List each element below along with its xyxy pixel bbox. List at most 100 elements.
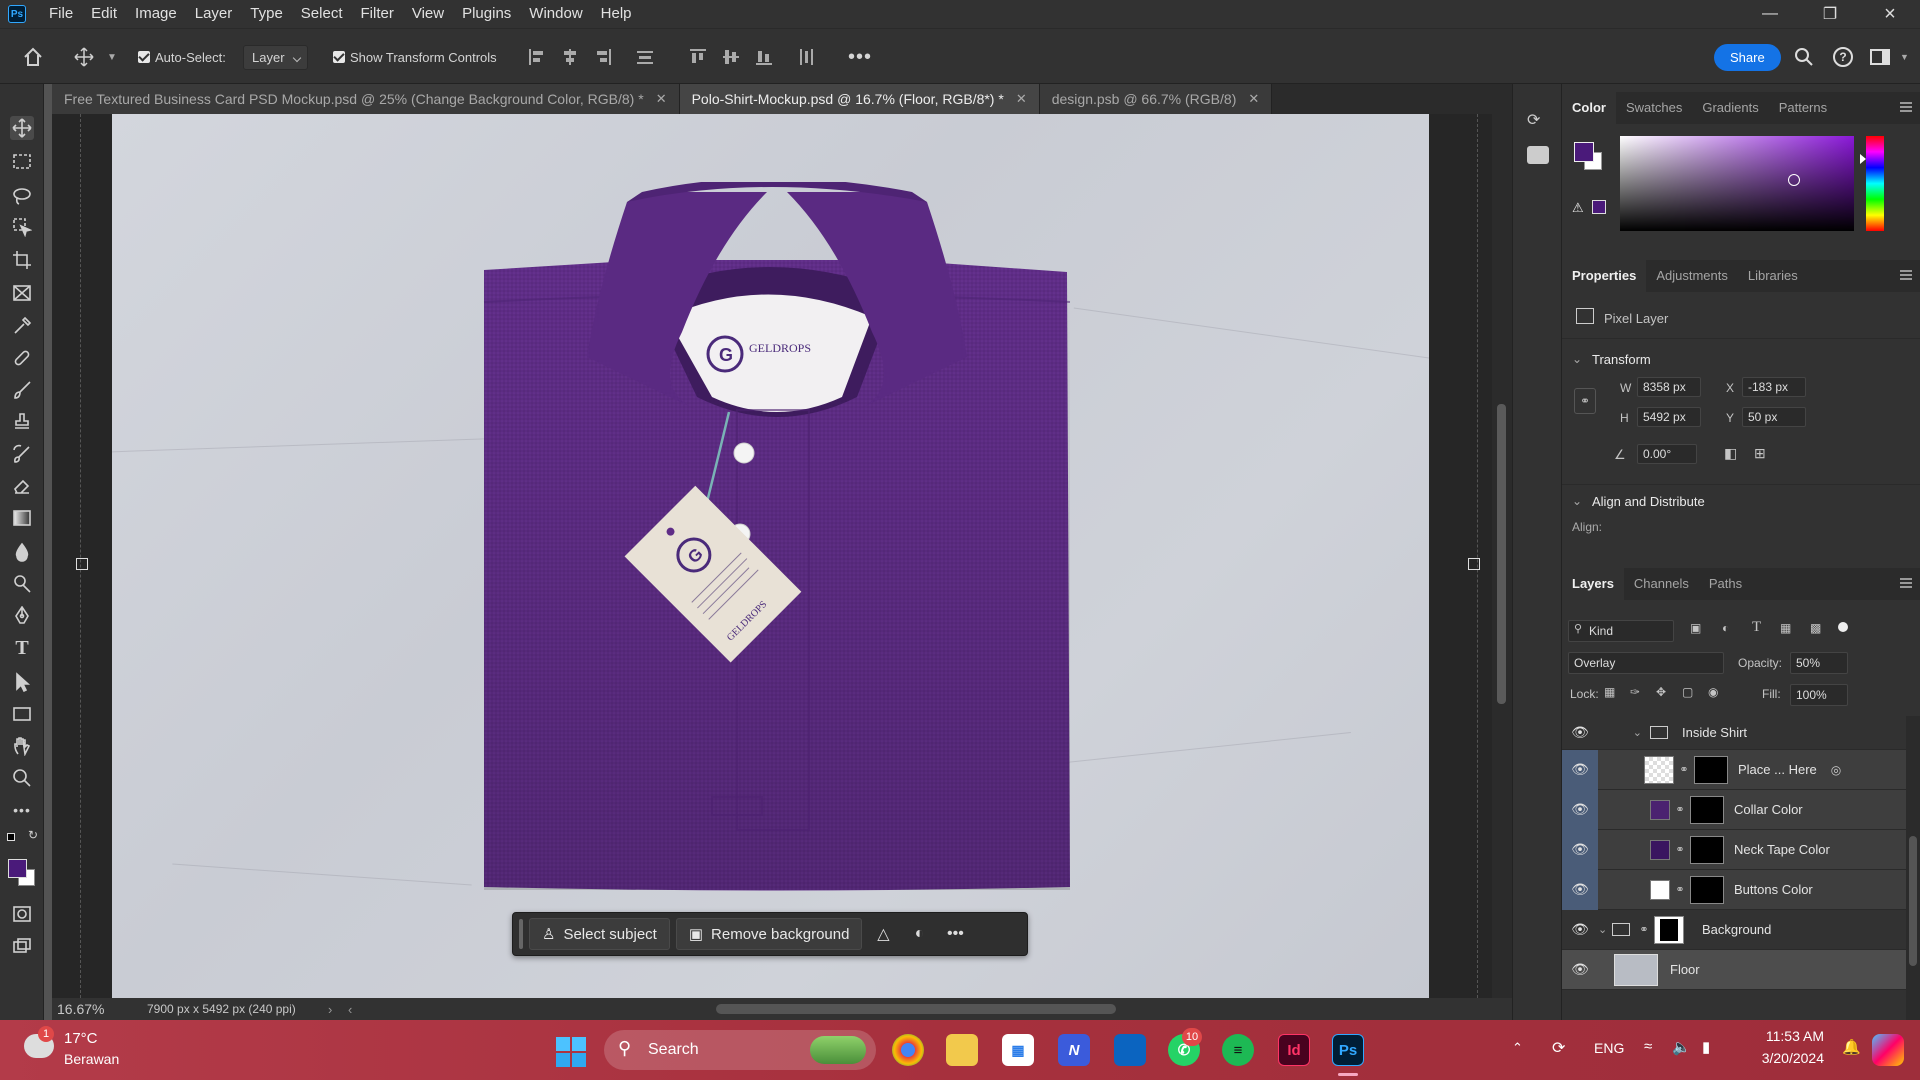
restore-icon[interactable]: ❐ bbox=[1800, 0, 1860, 28]
visibility-eye-icon[interactable]: 👁 bbox=[1562, 749, 1598, 790]
blend-mode-dropdown[interactable]: Overlay bbox=[1568, 652, 1724, 674]
sync-icon[interactable]: ⟳ bbox=[1552, 1038, 1565, 1058]
adjustment-icon[interactable]: ◐ bbox=[904, 918, 934, 950]
move-tool-icon[interactable] bbox=[74, 29, 94, 85]
drag-handle[interactable] bbox=[519, 919, 523, 949]
transform-handle[interactable] bbox=[1468, 558, 1480, 570]
align-left-icon[interactable] bbox=[528, 29, 546, 85]
tab-paths[interactable]: Paths bbox=[1699, 568, 1752, 600]
healing-brush-tool-icon[interactable] bbox=[10, 346, 34, 370]
blur-tool-icon[interactable] bbox=[10, 540, 34, 564]
fg-bg-swatches[interactable] bbox=[1574, 142, 1602, 170]
lock-position-icon[interactable]: ✥ bbox=[1656, 685, 1666, 699]
quick-mask-icon[interactable] bbox=[10, 902, 34, 926]
app-icon-monitor[interactable] bbox=[1114, 1034, 1146, 1066]
close-icon[interactable]: ✕ bbox=[1016, 84, 1027, 114]
align-bottom-icon[interactable] bbox=[755, 29, 773, 85]
volume-icon[interactable]: 🔈 bbox=[1672, 1038, 1691, 1056]
lock-all-icon[interactable]: ◉ bbox=[1708, 685, 1718, 699]
menu-image[interactable]: Image bbox=[126, 0, 186, 28]
auto-select-checkbox[interactable]: Auto-Select: bbox=[138, 29, 226, 85]
marquee-tool-icon[interactable] bbox=[10, 150, 34, 174]
y-field[interactable]: 50 px bbox=[1742, 407, 1806, 427]
filter-shape-icon[interactable]: ▦ bbox=[1780, 621, 1791, 635]
chevron-down-icon[interactable]: ▼ bbox=[107, 29, 117, 85]
height-field[interactable]: 5492 px bbox=[1637, 407, 1701, 427]
eraser-tool-icon[interactable] bbox=[10, 474, 34, 498]
weather-desc[interactable]: Berawan bbox=[64, 1051, 119, 1067]
lock-pixels-icon[interactable]: ✑ bbox=[1630, 685, 1640, 699]
link-icon[interactable]: ⚭ bbox=[1574, 388, 1596, 414]
rectangle-tool-icon[interactable] bbox=[10, 702, 34, 726]
layers-scrollbar[interactable] bbox=[1906, 716, 1920, 1070]
tab-properties[interactable]: Properties bbox=[1562, 260, 1647, 292]
crop-tool-icon[interactable] bbox=[10, 248, 34, 272]
layer-filter-kind[interactable]: Kind bbox=[1568, 620, 1674, 642]
object-select-tool-icon[interactable] bbox=[10, 215, 34, 239]
visibility-eye-icon[interactable]: 👁 bbox=[1562, 910, 1598, 950]
more-options-icon[interactable]: ••• bbox=[940, 918, 970, 950]
layer-row-place-here[interactable]: 👁 ⚭ Place ... Here ◎ bbox=[1562, 749, 1906, 790]
history-icon[interactable]: ⟳ bbox=[1527, 110, 1549, 132]
distribute-horizontal-icon[interactable] bbox=[797, 29, 815, 85]
default-colors-icon[interactable] bbox=[4, 830, 18, 844]
horizontal-scrollbar[interactable] bbox=[716, 1004, 1116, 1014]
search-icon[interactable] bbox=[1794, 29, 1814, 85]
photoshop-taskbar-icon[interactable]: Ps bbox=[1332, 1034, 1364, 1066]
menu-view[interactable]: View bbox=[403, 0, 453, 28]
chevron-down-icon[interactable]: ⌄ bbox=[1572, 494, 1582, 508]
comments-icon[interactable] bbox=[1527, 146, 1549, 164]
weather-temp[interactable]: 17°C bbox=[64, 1030, 98, 1047]
help-icon[interactable]: ? bbox=[1833, 29, 1853, 85]
clock-time[interactable]: 11:53 AM bbox=[1754, 1028, 1824, 1044]
tab-gradients[interactable]: Gradients bbox=[1692, 92, 1768, 124]
chevron-down-icon[interactable]: ⌄ bbox=[1572, 352, 1582, 366]
screen-mode-icon[interactable] bbox=[10, 934, 34, 958]
path-selection-tool-icon[interactable] bbox=[10, 670, 34, 694]
close-icon[interactable]: × bbox=[1860, 0, 1920, 28]
lock-transparency-icon[interactable]: ▦ bbox=[1604, 685, 1615, 699]
visibility-eye-icon[interactable]: 👁 bbox=[1562, 950, 1598, 990]
workspace-icon[interactable] bbox=[1870, 29, 1890, 85]
color-swatches-icon[interactable] bbox=[8, 859, 36, 887]
chevron-down-icon[interactable]: ⌄ bbox=[1598, 923, 1612, 936]
stamp-tool-icon[interactable] bbox=[10, 410, 34, 434]
document-canvas[interactable]: G GELDROPS G GELDROPS bbox=[112, 114, 1429, 998]
history-brush-tool-icon[interactable] bbox=[10, 442, 34, 466]
share-button[interactable]: Share bbox=[1714, 29, 1781, 85]
remove-background-button[interactable]: ▣ Remove background bbox=[675, 918, 863, 950]
layer-row-floor[interactable]: 👁 Floor bbox=[1562, 950, 1906, 990]
auto-select-dropdown[interactable]: Layer bbox=[243, 29, 308, 85]
minimize-icon[interactable]: — bbox=[1740, 0, 1800, 28]
visibility-eye-icon[interactable]: 👁 bbox=[1562, 789, 1598, 830]
filter-smart-icon[interactable]: ▩ bbox=[1810, 621, 1821, 635]
align-vcenter-icon[interactable] bbox=[722, 29, 740, 85]
layer-row-buttons-color[interactable]: 👁 ⚭ Buttons Color bbox=[1562, 869, 1906, 910]
flip-horizontal-icon[interactable]: ◧ bbox=[1724, 445, 1737, 462]
fill-field[interactable]: 100% bbox=[1790, 684, 1848, 706]
move-tool-icon[interactable] bbox=[10, 116, 34, 140]
align-right-icon[interactable] bbox=[594, 29, 612, 85]
filter-pixel-icon[interactable]: ▣ bbox=[1690, 621, 1701, 635]
layer-row-inside-shirt[interactable]: 👁 ⌄ Inside Shirt bbox=[1562, 716, 1906, 750]
menu-filter[interactable]: Filter bbox=[352, 0, 403, 28]
panel-menu-icon[interactable] bbox=[1900, 270, 1912, 280]
tab-design[interactable]: design.psb @ 66.7% (RGB/8) ✕ bbox=[1039, 84, 1273, 114]
type-tool-icon[interactable]: T bbox=[10, 636, 34, 660]
copilot-icon[interactable] bbox=[1872, 1034, 1904, 1066]
color-field[interactable] bbox=[1620, 136, 1854, 231]
angle-field[interactable]: 0.00° bbox=[1637, 444, 1697, 464]
edit-toolbar-icon[interactable]: ••• bbox=[10, 798, 34, 822]
link-icon[interactable]: ⚭ bbox=[1674, 803, 1686, 816]
align-hcenter-icon[interactable] bbox=[561, 29, 579, 85]
link-icon[interactable]: ⚭ bbox=[1678, 763, 1690, 776]
panel-menu-icon[interactable] bbox=[1900, 102, 1912, 112]
lasso-tool-icon[interactable] bbox=[10, 184, 34, 208]
link-icon[interactable]: ⚭ bbox=[1674, 843, 1686, 856]
distribute-vertical-icon[interactable] bbox=[636, 29, 654, 85]
indesign-icon[interactable]: Id bbox=[1278, 1034, 1310, 1066]
close-icon[interactable]: ✕ bbox=[1248, 84, 1259, 114]
menu-help[interactable]: Help bbox=[592, 0, 641, 28]
brush-tool-icon[interactable] bbox=[10, 378, 34, 402]
microsoft-store-icon[interactable]: ▦ bbox=[1002, 1034, 1034, 1066]
